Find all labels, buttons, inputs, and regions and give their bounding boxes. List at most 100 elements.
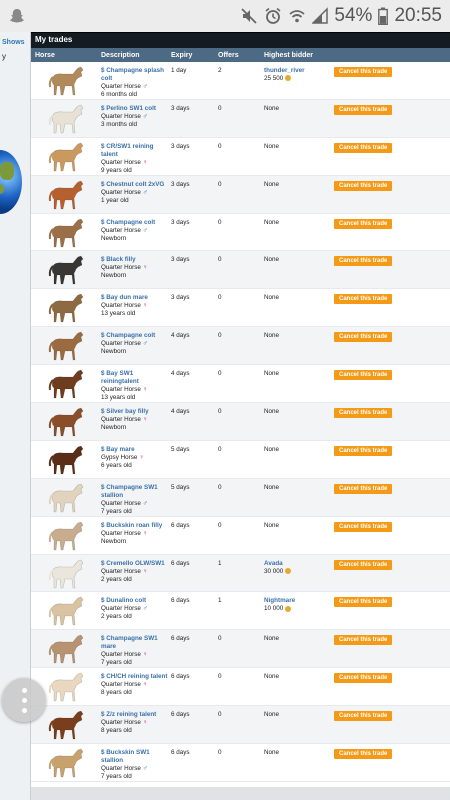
horse-age: 6 months old xyxy=(101,91,138,98)
offers-count: 1 xyxy=(218,597,222,605)
horse-description: $ Silver bay filly Quarter Horse ♀ Newborn xyxy=(101,403,171,440)
cancel-trade-button[interactable]: Cancel this trade xyxy=(334,294,393,305)
female-symbol-icon: ♀ xyxy=(142,567,148,575)
horse-image[interactable] xyxy=(31,479,101,516)
breed-text: Quarter Horse xyxy=(101,567,141,575)
cancel-trade-button[interactable]: Cancel this trade xyxy=(334,142,393,153)
cancel-trade-button[interactable]: Cancel this trade xyxy=(334,483,393,494)
horse-image[interactable] xyxy=(31,555,101,592)
horse-name-link[interactable]: $ Champagne SW1 stallion xyxy=(101,484,171,500)
horse-image[interactable] xyxy=(31,441,101,478)
action-cell: Cancel this trade xyxy=(334,327,424,364)
horse-name-link[interactable]: $ Z/z reining talent xyxy=(101,711,171,719)
cancel-trade-button[interactable]: Cancel this trade xyxy=(334,408,393,419)
action-cell: Cancel this trade xyxy=(334,176,424,213)
horse-name-link[interactable]: $ Champagne colt xyxy=(101,332,171,340)
cancel-trade-button[interactable]: Cancel this trade xyxy=(334,711,393,722)
horse-icon xyxy=(48,142,84,172)
horse-image[interactable] xyxy=(31,403,101,440)
horse-image[interactable] xyxy=(31,744,101,781)
bidder-name-link[interactable]: thunder_river xyxy=(264,67,334,75)
table-row: $ Buckskin SW1 stallion Quarter Horse ♂ 7 … xyxy=(31,744,450,782)
horse-name-link[interactable]: $ Champagne splash colt xyxy=(101,67,171,83)
horse-image[interactable] xyxy=(31,62,101,99)
highest-bidder: None xyxy=(264,517,334,554)
action-cell: Cancel this trade xyxy=(334,441,424,478)
horse-name-link[interactable]: $ Bay SW1 reiningtalent xyxy=(101,370,171,386)
horse-age: 7 years old xyxy=(101,507,132,515)
horse-name-link[interactable]: $ CH/CH reining talent xyxy=(101,673,171,681)
horse-age: 2 years old xyxy=(101,613,132,621)
horse-image[interactable] xyxy=(31,289,101,326)
horse-name-link[interactable]: $ Champagne colt xyxy=(101,219,171,227)
action-cell: Cancel this trade xyxy=(334,555,424,592)
horse-name-link[interactable]: $ Buckskin roan filly xyxy=(101,522,171,530)
horse-name-link[interactable]: $ Perlino SW1 colt xyxy=(101,105,171,113)
expiry: 6 days xyxy=(171,749,190,757)
cancel-trade-button[interactable]: Cancel this trade xyxy=(334,67,393,77)
horse-image[interactable] xyxy=(31,251,101,288)
horse-name-link[interactable]: $ Dunalino colt xyxy=(101,597,171,605)
expiry: 6 days xyxy=(171,597,190,605)
horse-icon xyxy=(48,748,84,778)
highest-bidder: None xyxy=(264,176,334,213)
cancel-trade-button[interactable]: Cancel this trade xyxy=(334,673,393,684)
horse-name-link[interactable]: $ Cremello OLW/SW1 xyxy=(101,560,171,568)
cancel-trade-button[interactable]: Cancel this trade xyxy=(334,597,393,608)
horse-name-link[interactable]: $ Silver bay filly xyxy=(101,408,171,416)
horse-name-link[interactable]: $ Black filly xyxy=(101,256,171,264)
cancel-trade-button[interactable]: Cancel this trade xyxy=(334,445,393,456)
bidder-none: None xyxy=(264,445,280,453)
horse-name-link[interactable]: $ Chestnut colt 2xVG xyxy=(101,181,171,189)
action-cell: Cancel this trade xyxy=(334,251,424,288)
bidder-name-link[interactable]: Avada xyxy=(264,560,334,568)
horse-age: 7 years old xyxy=(101,659,132,667)
cancel-trade-button[interactable]: Cancel this trade xyxy=(334,521,393,532)
bidder-name-link[interactable]: Nightmare xyxy=(264,597,334,605)
horse-image[interactable] xyxy=(31,176,101,213)
male-symbol-icon: ♂ xyxy=(142,765,148,773)
horse-breed: Quarter Horse ♂ xyxy=(101,227,171,235)
highest-bidder: None xyxy=(264,327,334,364)
breed-text: Quarter Horse xyxy=(101,499,141,507)
horse-image[interactable] xyxy=(31,365,101,402)
horse-image[interactable] xyxy=(31,327,101,364)
cancel-trade-button[interactable]: Cancel this trade xyxy=(334,218,393,229)
horse-breed: Quarter Horse ♀ xyxy=(101,264,171,272)
bidder-none: None xyxy=(264,483,280,491)
bidder-none: None xyxy=(264,256,280,264)
horse-name-link[interactable]: $ Bay dun mare xyxy=(101,294,171,302)
cancel-trade-button[interactable]: Cancel this trade xyxy=(334,370,393,381)
horse-name-link[interactable]: $ Bay mare xyxy=(101,446,171,454)
breed-text: Quarter Horse xyxy=(101,226,141,234)
cancel-trade-button[interactable]: Cancel this trade xyxy=(334,559,393,570)
dot-icon xyxy=(21,697,27,703)
horse-image[interactable] xyxy=(31,517,101,554)
horse-age: 7 years old xyxy=(101,773,132,781)
bidder-none: None xyxy=(264,749,280,757)
horse-image[interactable] xyxy=(31,138,101,175)
highest-bidder: None xyxy=(264,138,334,175)
more-options-button[interactable] xyxy=(2,678,46,722)
cancel-trade-button[interactable]: Cancel this trade xyxy=(334,104,393,115)
horse-description: $ Champagne SW1 mare Quarter Horse ♀ 7 yea… xyxy=(101,630,171,667)
table-row: $ Silver bay filly Quarter Horse ♀ Newborn… xyxy=(31,403,450,441)
cancel-trade-button[interactable]: Cancel this trade xyxy=(334,332,393,343)
bidder-none: None xyxy=(264,521,280,529)
horse-name-link[interactable]: $ Buckskin SW1 stallion xyxy=(101,749,171,765)
horse-image[interactable] xyxy=(31,214,101,251)
shows-link[interactable]: Shows xyxy=(2,39,25,46)
action-cell: Cancel this trade xyxy=(334,706,424,743)
horse-breed: Quarter Horse ♂ xyxy=(101,113,171,121)
cancel-trade-button[interactable]: Cancel this trade xyxy=(334,180,393,191)
cancel-trade-button[interactable]: Cancel this trade xyxy=(334,635,393,646)
horse-image[interactable] xyxy=(31,630,101,667)
horse-icon xyxy=(48,710,84,740)
cancel-trade-button[interactable]: Cancel this trade xyxy=(334,749,393,760)
horse-name-link[interactable]: $ Champagne SW1 mare xyxy=(101,635,171,651)
horse-image[interactable] xyxy=(31,592,101,629)
horse-image[interactable] xyxy=(31,100,101,137)
highest-bidder: None xyxy=(264,251,334,288)
horse-name-link[interactable]: $ CR/SW1 reining talent xyxy=(101,143,171,159)
cancel-trade-button[interactable]: Cancel this trade xyxy=(334,256,393,267)
